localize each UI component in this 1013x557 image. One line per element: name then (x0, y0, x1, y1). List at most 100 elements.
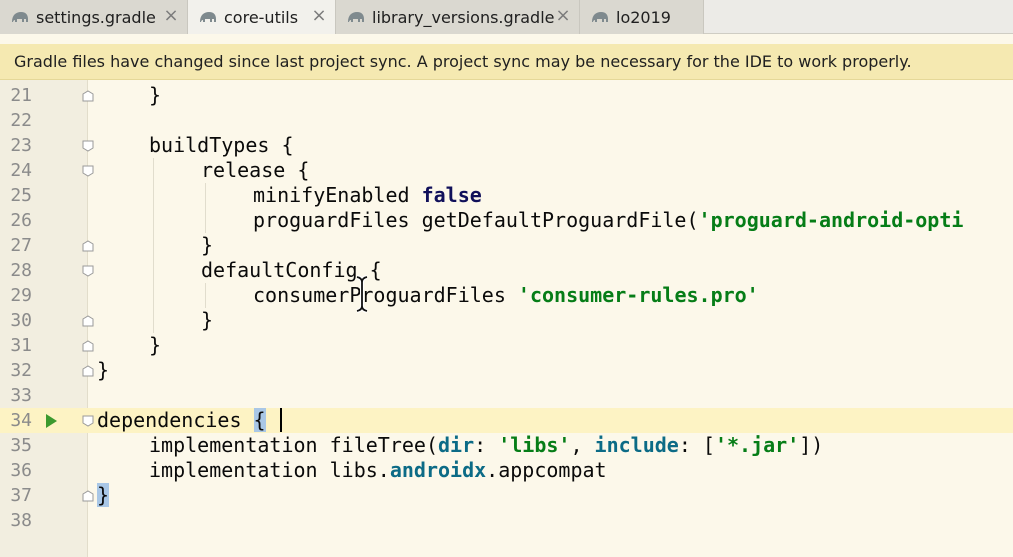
code-token: dependencies (97, 408, 254, 432)
code-line-24: 24 release { (0, 158, 1013, 183)
code-line-30: 30 } (0, 308, 1013, 333)
code-line-38: 38 (0, 508, 1013, 533)
tab-settings-gradle[interactable]: settings.gradle × (0, 0, 188, 34)
code-text: } (97, 358, 110, 382)
fold-end-icon[interactable] (82, 490, 94, 502)
code-token: : (474, 433, 499, 457)
code-line-35: 35 implementation fileTree(dir: 'libs', … (0, 433, 1013, 458)
gradle-elephant-icon (592, 12, 608, 22)
code-line-37: 37 } (0, 483, 1013, 508)
line-number: 21 (10, 85, 32, 106)
string-token: '*.jar' (714, 433, 800, 457)
fold-end-icon[interactable] (82, 90, 94, 102)
code-token: : [ (678, 433, 715, 457)
fold-start-icon[interactable] (82, 140, 94, 152)
line-number: 25 (10, 185, 32, 206)
fold-start-icon[interactable] (82, 265, 94, 277)
code-line-21: 21 } (0, 83, 1013, 108)
indent-guide (205, 183, 206, 233)
gradle-elephant-icon (200, 12, 216, 22)
line-number: 22 (10, 110, 32, 131)
property-token: androidx (389, 458, 487, 482)
fold-end-icon[interactable] (82, 240, 94, 252)
line-number: 23 (10, 135, 32, 156)
code-text: buildTypes { (149, 133, 294, 157)
code-text: release { (201, 158, 310, 182)
code-token: implementation fileTree( (149, 433, 438, 457)
line-number: 35 (10, 435, 32, 456)
code-token: minifyEnabled (253, 183, 422, 207)
keyword-token: false (421, 183, 482, 207)
code-token: implementation libs. (149, 458, 390, 482)
code-text: proguardFiles getDefaultProguardFile('pr… (253, 208, 963, 233)
code-line-28: 28 defaultConfig { (0, 258, 1013, 283)
indent-guide (205, 283, 206, 308)
code-line-29: 29 consumerProguardFiles 'consumer-rules… (0, 283, 1013, 308)
editor-tab-bar: settings.gradle × core-utils × library_v… (0, 0, 1013, 34)
code-line-32: 32 } (0, 358, 1013, 383)
code-line-33: 33 (0, 383, 1013, 408)
tab-core-utils[interactable]: core-utils × (188, 0, 336, 34)
named-arg-token: include (594, 433, 679, 457)
code-token: proguardFiles getDefaultProguardFile( (253, 208, 699, 232)
line-number: 28 (10, 260, 32, 281)
line-number: 31 (10, 335, 32, 356)
code-line-23: 23 buildTypes { (0, 133, 1013, 158)
fold-start-icon[interactable] (82, 415, 94, 427)
fold-start-icon[interactable] (82, 165, 94, 177)
notification-text: Gradle files have changed since last pro… (14, 52, 912, 71)
tab-library-versions-gradle[interactable]: library_versions.gradle × (336, 0, 580, 34)
fold-end-icon[interactable] (82, 365, 94, 377)
named-arg-token: dir (437, 433, 475, 457)
code-text: } (97, 483, 110, 508)
line-number: 27 (10, 235, 32, 256)
line-number: 38 (10, 510, 32, 531)
line-number: 34 (10, 410, 32, 431)
tab-label: lo2019 (616, 7, 671, 27)
fold-end-icon[interactable] (82, 315, 94, 327)
text-caret (280, 408, 282, 432)
code-text: dependencies { (97, 408, 266, 433)
gradle-sync-notification: Gradle files have changed since last pro… (0, 44, 1013, 80)
string-token: 'consumer-rules.pro' (517, 283, 759, 307)
string-token: 'libs' (498, 433, 571, 457)
close-tab-icon[interactable]: × (311, 7, 327, 25)
code-text: implementation fileTree(dir: 'libs', inc… (149, 433, 823, 458)
code-token: , (570, 433, 595, 457)
line-number: 32 (10, 360, 32, 381)
ibeam-cursor-icon (356, 275, 368, 313)
indent-guide (153, 158, 154, 333)
code-text: minifyEnabled false (253, 183, 482, 208)
line-number: 33 (10, 385, 32, 406)
ide-window: settings.gradle × core-utils × library_v… (0, 0, 1013, 557)
code-text: consumerProguardFiles 'consumer-rules.pr… (253, 283, 759, 308)
matched-brace: { (253, 408, 266, 432)
line-number: 29 (10, 285, 32, 306)
code-text: } (201, 233, 214, 257)
tab-label: core-utils (224, 7, 299, 27)
code-token: ]) (799, 433, 824, 457)
fold-end-icon[interactable] (82, 340, 94, 352)
string-token: 'proguard-android-opti (698, 208, 964, 232)
code-text: } (149, 333, 162, 357)
code-text: } (149, 83, 162, 107)
tab-label: settings.gradle (36, 7, 156, 27)
line-number: 30 (10, 310, 32, 331)
code-line-34: 34 dependencies { (0, 408, 1013, 433)
tab-label: library_versions.gradle (372, 7, 555, 27)
code-line-22: 22 (0, 108, 1013, 133)
gradle-elephant-icon (348, 12, 364, 22)
line-number: 24 (10, 160, 32, 181)
code-line-26: 26 proguardFiles getDefaultProguardFile(… (0, 208, 1013, 233)
close-tab-icon[interactable]: × (555, 7, 571, 25)
code-line-36: 36 implementation libs.androidx.appcompa… (0, 458, 1013, 483)
code-line-25: 25 minifyEnabled false (0, 183, 1013, 208)
gradle-elephant-icon (12, 12, 28, 22)
line-number: 26 (10, 210, 32, 231)
code-token: consumerProguardFiles (253, 283, 518, 307)
close-tab-icon[interactable]: × (163, 7, 179, 25)
line-number: 37 (10, 485, 32, 506)
run-gutter-icon[interactable] (46, 414, 57, 428)
tab-lo2019[interactable]: lo2019 (580, 0, 704, 34)
code-text: } (201, 308, 214, 332)
